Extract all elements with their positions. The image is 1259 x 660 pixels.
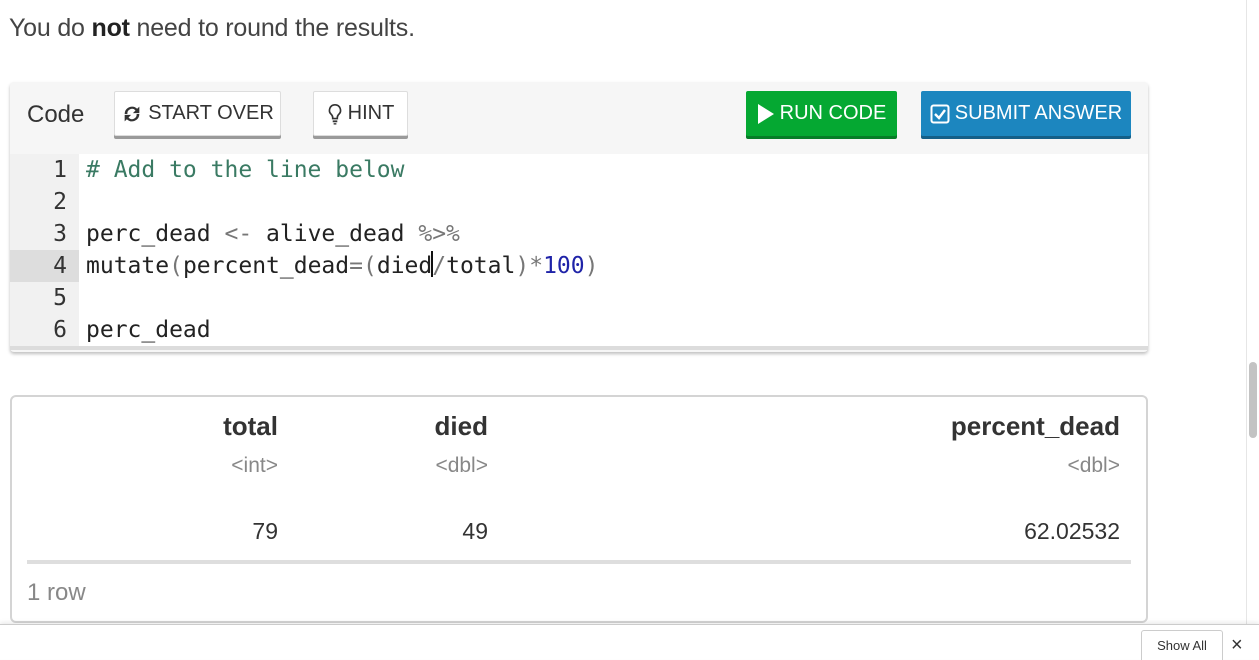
show-all-button[interactable]: Show All <box>1141 630 1223 660</box>
refresh-icon <box>121 103 143 125</box>
column-type: <dbl> <box>1067 454 1120 477</box>
column-header-died[interactable]: died <box>435 411 488 442</box>
submit-answer-label: SUBMIT ANSWER <box>954 102 1123 124</box>
play-icon <box>757 103 775 125</box>
code-text: perc_dead <box>86 317 211 343</box>
table-cell: 79 <box>252 518 278 544</box>
line-number: 4 <box>10 250 79 282</box>
start-over-button[interactable]: START OVER <box>114 91 281 136</box>
hint-label: HINT <box>347 102 395 124</box>
instructions-bold: not <box>91 14 130 42</box>
hint-button[interactable]: HINT <box>313 91 408 136</box>
code-line[interactable]: 2 <box>10 186 1148 218</box>
line-number: 3 <box>53 221 67 247</box>
code-line[interactable]: 6 perc_dead <box>10 314 1148 346</box>
column-header-percent-dead[interactable]: percent_dead <box>951 411 1120 442</box>
line-number: 5 <box>53 285 67 311</box>
column-type: <dbl> <box>435 454 488 477</box>
code-line[interactable]: 1 # Add to the line below <box>10 154 1148 186</box>
table-cell: 62.02532 <box>1024 518 1120 544</box>
line-number: 2 <box>53 189 67 215</box>
scrollbar-thumb[interactable] <box>1249 362 1257 438</box>
code-line-active[interactable]: 4 mutate(percent_dead=(died/total)*100) <box>10 250 1148 282</box>
table-cell: 49 <box>462 518 488 544</box>
instructions-pre: You do <box>9 14 92 42</box>
checkbox-icon <box>930 104 950 124</box>
instructions-post: need to round the results. <box>129 14 416 42</box>
lightbulb-icon <box>327 103 343 125</box>
code-line[interactable]: 3 perc_dead <- alive_dead %>% <box>10 218 1148 250</box>
code-editor[interactable]: 1 # Add to the line below 2 3 perc_dead … <box>10 154 1148 350</box>
page-scrollbar[interactable] <box>1246 0 1259 624</box>
start-over-label: START OVER <box>148 102 274 124</box>
code-line[interactable]: 5 <box>10 282 1148 314</box>
close-icon[interactable]: × <box>1231 635 1243 655</box>
run-code-label: RUN CODE <box>779 102 887 124</box>
column-header-total[interactable]: total <box>223 411 278 442</box>
code-text: mutate(percent_dead=(died/total)*100) <box>86 251 599 279</box>
code-panel: Code START OVER HINT RUN CODE SUBMIT ANS… <box>10 82 1148 352</box>
line-number: 1 <box>53 157 67 183</box>
code-panel-label: Code <box>27 101 85 128</box>
download-bar: Show All × <box>0 624 1259 660</box>
submit-answer-button[interactable]: SUBMIT ANSWER <box>921 91 1131 136</box>
column-type: <int> <box>231 454 278 477</box>
table-divider <box>27 560 1131 564</box>
run-code-button[interactable]: RUN CODE <box>746 91 897 136</box>
line-number: 6 <box>53 317 67 343</box>
code-comment: # Add to the line below <box>86 157 405 183</box>
output-table: total died percent_dead <int> <dbl> <dbl… <box>10 395 1148 623</box>
row-count: 1 row <box>27 579 86 606</box>
code-text: perc_dead <- alive_dead %>% <box>86 221 460 247</box>
instructions-text: You do not need to round the results. <box>9 14 415 43</box>
